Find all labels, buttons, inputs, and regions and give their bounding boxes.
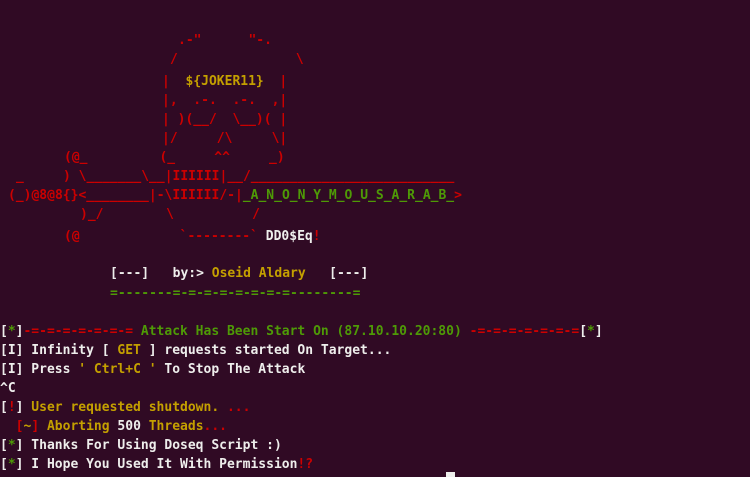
attack-start-message: Attack Has Been Start On (87.10.10.20:80… <box>140 324 462 339</box>
banner-line-3: | ${JOKER11} | <box>162 72 287 91</box>
banner-line-2-left: / <box>170 52 178 67</box>
thanks-message: Thanks For Using Doseq Script :) <box>23 438 282 453</box>
terminal-window[interactable]: .-" "-. / \ | ${JOKER11} | |, .-. .-. ,| … <box>0 0 750 477</box>
bracket: [ <box>579 324 588 339</box>
bracket: [ <box>0 324 8 339</box>
bracket: [ <box>0 457 8 472</box>
info-text: ] requests started On Target... <box>140 343 392 358</box>
separator-right: -=-=-=-=-=-=-= <box>461 324 580 339</box>
credit-author-name: Oseid Aldary <box>211 266 306 281</box>
status-star: * <box>7 457 16 472</box>
bracket: ] <box>594 324 603 339</box>
output-line-thanks: [*] Thanks For Using Doseq Script :) <box>0 436 282 455</box>
output-line-attack-start: [*]-=-=-=-=-=-=-= Attack Has Been Start … <box>0 322 603 341</box>
banner-line-6: |/ /\ \| <box>162 131 288 146</box>
ctrl-c-hint: ' Ctrl+C ' <box>78 362 157 377</box>
output-line-aborting: [~] Aborting 500 Threads... <box>0 417 227 436</box>
banner-line-11: (@ `--------` DD0$Eq! <box>64 227 321 246</box>
credit-close: [---] <box>305 266 369 281</box>
banner-line-3-right: | <box>263 74 288 89</box>
status-star: * <box>7 438 16 453</box>
banner-ddoseq-tag: DD0$Eq <box>257 229 313 244</box>
banner-line-3-left: | <box>162 74 186 89</box>
bracket: [ <box>0 438 8 453</box>
banner-line-9: (_)@8@8{}<________|-\IIIIII/-|_A_N_O_N_Y… <box>8 186 462 205</box>
info-text: Infinity [ <box>23 343 118 358</box>
output-line-press: [I] Press ' Ctrl+C ' To Stop The Attack <box>0 360 305 379</box>
banner-line-7-right: (_ ^^ _) <box>159 150 285 165</box>
output-line-shutdown: [!] User requested shutdown. ... <box>0 398 250 417</box>
ellipsis: ... <box>203 419 228 434</box>
status-star: * <box>587 324 595 339</box>
warning-mark: ! <box>7 400 16 415</box>
banner-ddoseq-bang: ! <box>312 229 321 244</box>
shutdown-message: User requested shutdown. <box>23 400 227 415</box>
bracket: [ <box>0 400 8 415</box>
bracket: ] <box>31 419 40 434</box>
banner-line-8: _ ) \_______\__|IIIIII|__/______________… <box>16 169 455 184</box>
credit-by: by:> <box>149 266 212 281</box>
credit-line: [---] by:> Oseid Aldary [---] <box>110 264 368 283</box>
banner-joker-tag: ${JOKER11} <box>185 74 264 89</box>
permission-message: I Hope You Used It With Permission <box>23 457 298 472</box>
banner-anonymous-arab: _A_N_O_N_Y_M_O_U_S_A_R_A_B_ <box>242 188 455 203</box>
banner-line-5: | )(__/ \__)( | <box>162 112 288 127</box>
banner-line-10: )_/ \ / <box>80 207 261 222</box>
info-prefix: [I] <box>0 362 24 377</box>
banner-line-9-right: > <box>454 188 462 203</box>
info-text: To Stop The Attack <box>156 362 306 377</box>
banner-line-11-mid: `--------` <box>179 229 258 244</box>
credit-open: [---] <box>110 266 150 281</box>
separator-left: -=-=-=-=-=-=-= <box>23 324 141 339</box>
ellipsis: ... <box>226 400 251 415</box>
status-star: * <box>7 324 16 339</box>
exclaim-question-mark: !? <box>297 457 314 472</box>
info-prefix: [I] <box>0 343 24 358</box>
banner-line-2-right: \ <box>295 52 304 67</box>
banner-line-1: .-" "-. <box>178 33 272 48</box>
banner-line-4: |, .-. .-. ,| <box>162 93 288 108</box>
banner-line-9-left: (_)@8@8{}<________|-\IIIIII/-| <box>8 188 243 203</box>
banner-line-11-left: (@ <box>64 229 80 244</box>
output-line-ctrl-c: ^C <box>0 381 16 396</box>
aborting-text: Aborting <box>39 419 118 434</box>
http-method: GET <box>117 343 141 358</box>
text-cursor[interactable] <box>446 472 455 477</box>
banner-line-7: (@_ (_ ^^ _) <box>64 148 285 167</box>
banner-line-2: / \ <box>170 50 304 69</box>
output-line-infinity: [I] Infinity [ GET ] requests started On… <box>0 341 391 360</box>
info-text: Press <box>23 362 79 377</box>
aborting-text: Threads <box>140 419 204 434</box>
output-line-permission: [*] I Hope You Used It With Permission!? <box>0 455 313 474</box>
credit-separator: =-------=-=-=-=-=-=-=-=--------= <box>110 286 361 301</box>
banner-line-7-left: (@_ <box>64 150 88 165</box>
thread-count: 500 <box>117 419 141 434</box>
